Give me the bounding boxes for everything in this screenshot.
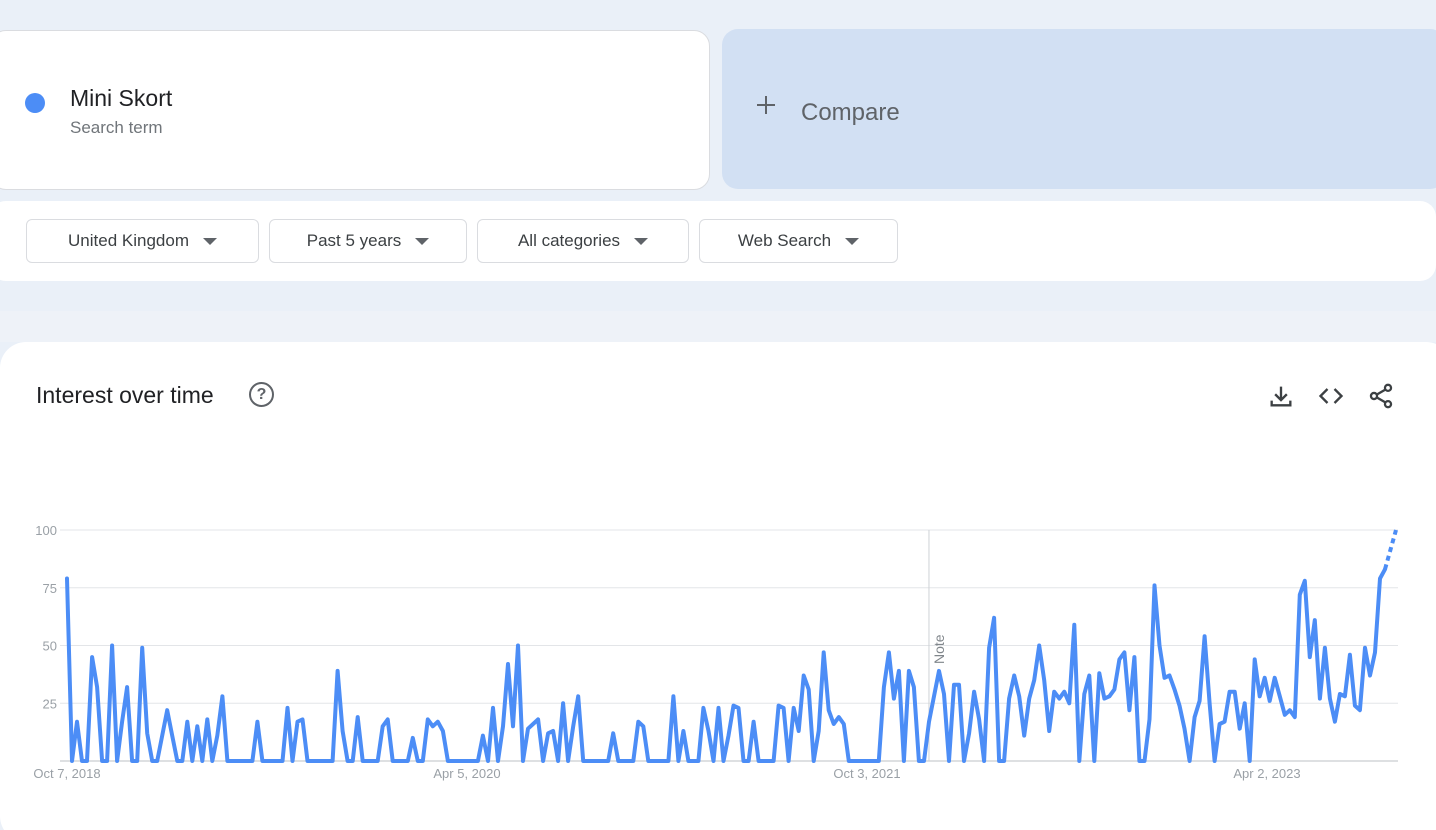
y-tick-label: 100 xyxy=(35,523,57,538)
series-line-mini-skort[interactable] xyxy=(65,567,1387,763)
search-term-name[interactable]: Mini Skort xyxy=(70,85,172,112)
note-annotation[interactable]: Note xyxy=(931,634,947,664)
x-tick-label: Apr 5, 2020 xyxy=(433,766,500,781)
interest-over-time-panel: Interest over time ? 100 75 50 25 Note Oct 7,… xyxy=(0,342,1436,830)
embed-code-icon[interactable] xyxy=(1317,382,1345,410)
compare-label: Compare xyxy=(801,99,900,126)
panel-title: Interest over time xyxy=(36,382,214,408)
filter-bar: United Kingdom Past 5 years All categori… xyxy=(0,201,1436,281)
dropdown-arrow-icon xyxy=(845,237,860,245)
time-range-filter-label: Past 5 years xyxy=(306,231,402,250)
dropdown-arrow-icon xyxy=(634,237,649,245)
search-type-filter-label: Web Search xyxy=(737,231,832,250)
section-divider xyxy=(0,311,1436,342)
time-range-filter-dropdown[interactable]: Past 5 years xyxy=(269,219,467,263)
y-tick-label: 25 xyxy=(43,696,57,711)
partial-data-segment xyxy=(1383,529,1398,570)
series-color-dot xyxy=(25,93,45,113)
dropdown-arrow-icon xyxy=(415,237,430,245)
y-tick-label: 50 xyxy=(43,639,57,654)
x-tick-label: Oct 3, 2021 xyxy=(833,766,900,781)
category-filter-dropdown[interactable]: All categories xyxy=(477,219,689,263)
category-filter-label: All categories xyxy=(517,231,621,250)
search-term-type: Search term xyxy=(70,118,163,137)
search-term-card[interactable]: Mini Skort Search term xyxy=(0,30,710,190)
compare-button[interactable]: Compare xyxy=(722,29,1436,189)
plus-icon xyxy=(756,95,776,115)
x-tick-label: Apr 2, 2023 xyxy=(1233,766,1300,781)
share-icon[interactable] xyxy=(1367,382,1395,410)
search-type-filter-dropdown[interactable]: Web Search xyxy=(699,219,898,263)
dropdown-arrow-icon xyxy=(202,237,217,245)
region-filter-label: United Kingdom xyxy=(68,231,189,250)
x-tick-label: Oct 7, 2018 xyxy=(33,766,100,781)
y-tick-label: 75 xyxy=(43,581,57,596)
download-icon[interactable] xyxy=(1267,382,1295,410)
interest-line-chart: 100 75 50 25 Note Oct 7, 2018 Apr 5, 2020 Oct 3… xyxy=(33,523,1398,781)
help-circle-icon[interactable]: ? xyxy=(249,382,274,407)
region-filter-dropdown[interactable]: United Kingdom xyxy=(26,219,259,263)
